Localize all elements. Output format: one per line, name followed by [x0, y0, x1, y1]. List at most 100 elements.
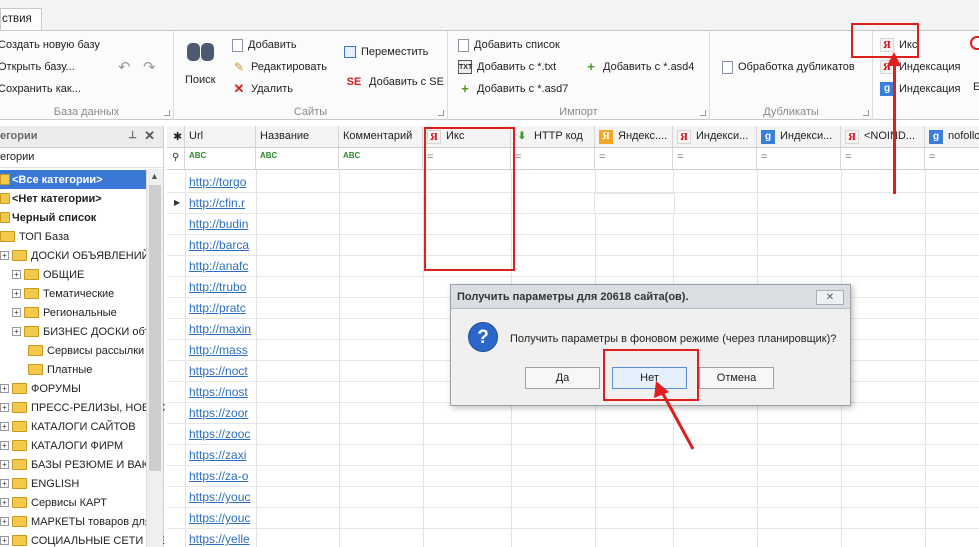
- expand-icon[interactable]: +: [0, 422, 9, 431]
- column-filter-cell[interactable]: =: [511, 148, 595, 170]
- category-item[interactable]: + Тематические: [12, 284, 114, 303]
- url-link[interactable]: https://zoor: [185, 403, 256, 424]
- scroll-up-icon[interactable]: ▲: [150, 171, 159, 181]
- close-icon[interactable]: ✕: [144, 128, 155, 144]
- table-row[interactable]: http://budin: [167, 214, 979, 235]
- column-header[interactable]: ⬇ HTTP код: [511, 126, 595, 148]
- column-header[interactable]: Я Яндекс....: [595, 126, 673, 148]
- url-link[interactable]: http://torgo: [185, 172, 256, 193]
- delete-site-button[interactable]: ✕ Удалить: [232, 80, 293, 98]
- url-link[interactable]: https://za-o: [185, 466, 256, 487]
- category-item[interactable]: + КАТАЛОГИ САЙТОВ: [0, 417, 136, 436]
- table-row[interactable]: https://youc: [167, 508, 979, 529]
- category-item[interactable]: ТОП База: [0, 227, 69, 246]
- category-item[interactable]: + ОБЩИЕ: [12, 265, 84, 284]
- tab-actions[interactable]: ствия: [0, 8, 42, 31]
- expand-icon[interactable]: +: [12, 270, 21, 279]
- url-link[interactable]: http://maxin: [185, 319, 256, 340]
- expand-icon[interactable]: +: [12, 308, 21, 317]
- column-header[interactable]: g Индекси...: [757, 126, 841, 148]
- column-filter-cell[interactable]: =: [757, 148, 841, 170]
- column-header[interactable]: g nofollo: [925, 126, 979, 148]
- pin-icon[interactable]: ⊥: [128, 130, 137, 141]
- column-filter-cell[interactable]: ABC: [185, 148, 256, 170]
- expand-icon[interactable]: +: [0, 384, 9, 393]
- group-launcher-icon[interactable]: [438, 110, 444, 116]
- category-filter-field[interactable]: егории: [0, 148, 163, 168]
- category-item[interactable]: + КАТАЛОГИ ФИРМ: [0, 436, 123, 455]
- url-link[interactable]: https://nost: [185, 382, 256, 403]
- column-filter-cell[interactable]: =: [925, 148, 979, 170]
- table-row[interactable]: http://torgo: [167, 172, 979, 193]
- table-row[interactable]: http://anafc: [167, 256, 979, 277]
- table-row[interactable]: https://zoor: [167, 403, 979, 424]
- url-link[interactable]: https://youc: [185, 508, 256, 529]
- open-db-button[interactable]: Открыть базу...: [0, 58, 75, 76]
- binoculars-icon[interactable]: [186, 39, 216, 63]
- column-filter-cell[interactable]: ABC: [339, 148, 423, 170]
- expand-icon[interactable]: +: [0, 479, 9, 488]
- column-header[interactable]: Я <NOIND...: [841, 126, 925, 148]
- column-filter-cell[interactable]: =: [595, 148, 673, 170]
- dialog-close-button[interactable]: ✕: [816, 290, 844, 305]
- sidebar-scrollbar[interactable]: ▲: [146, 169, 163, 547]
- category-item[interactable]: + ENGLISH: [0, 474, 79, 493]
- category-item[interactable]: Сервисы рассылки: [28, 341, 144, 360]
- expand-icon[interactable]: +: [0, 498, 9, 507]
- url-link[interactable]: https://yelle: [185, 529, 256, 547]
- table-row[interactable]: http://barca: [167, 235, 979, 256]
- group-launcher-icon[interactable]: [700, 110, 706, 116]
- column-filter-cell[interactable]: =: [673, 148, 757, 170]
- category-item[interactable]: + Региональные: [12, 303, 117, 322]
- redo-icon[interactable]: ↷: [143, 58, 156, 76]
- add-from-se-button[interactable]: SE Добавить с SE: [344, 73, 444, 91]
- category-item[interactable]: + ФОРУМЫ: [0, 379, 81, 398]
- cancel-button[interactable]: Отмена: [699, 367, 774, 389]
- undo-icon[interactable]: ↶: [118, 58, 131, 76]
- table-row[interactable]: https://zaxi: [167, 445, 979, 466]
- create-db-button[interactable]: Создать новую базу: [0, 36, 100, 54]
- category-item[interactable]: + ПРЕСС-РЕЛИЗЫ, НОВОС: [0, 398, 165, 417]
- add-from-txt-button[interactable]: TXT Добавить с *.txt: [458, 58, 556, 76]
- table-row[interactable]: https://yelle: [167, 529, 979, 547]
- url-link[interactable]: http://barca: [185, 235, 256, 256]
- category-item[interactable]: Платные: [28, 360, 92, 379]
- move-site-button[interactable]: Переместить: [344, 43, 428, 61]
- expand-icon[interactable]: +: [12, 327, 21, 336]
- edit-site-button[interactable]: ✎ Редактировать: [232, 58, 327, 76]
- column-header[interactable]: Комментарий: [339, 126, 423, 148]
- category-item[interactable]: + БИЗНЕС ДОСКИ объ: [12, 322, 151, 341]
- url-link[interactable]: http://cfin.r: [185, 193, 256, 214]
- save-as-button[interactable]: Сохранить как...: [0, 80, 81, 98]
- category-item[interactable]: + СОЦИАЛЬНЫЕ СЕТИ И Е: [0, 531, 165, 547]
- table-row[interactable]: https://zooc: [167, 424, 979, 445]
- expand-icon[interactable]: +: [0, 403, 9, 412]
- expand-icon[interactable]: +: [0, 517, 9, 526]
- column-filter-cell[interactable]: =: [841, 148, 925, 170]
- category-item[interactable]: + Сервисы КАРТ: [0, 493, 107, 512]
- url-link[interactable]: http://trubo: [185, 277, 256, 298]
- expand-icon[interactable]: +: [0, 536, 9, 545]
- add-list-button[interactable]: Добавить список: [458, 36, 560, 54]
- url-link[interactable]: https://zaxi: [185, 445, 256, 466]
- url-link[interactable]: http://budin: [185, 214, 256, 235]
- url-link[interactable]: http://mass: [185, 340, 256, 361]
- category-item[interactable]: + МАРКЕТЫ товаров для: [0, 512, 151, 531]
- add-from-asd7-button[interactable]: + Добавить с *.asd7: [458, 80, 568, 98]
- url-link[interactable]: https://noct: [185, 361, 256, 382]
- group-launcher-icon[interactable]: [863, 110, 869, 116]
- url-link[interactable]: http://anafc: [185, 256, 256, 277]
- column-header[interactable]: Название: [256, 126, 339, 148]
- process-duplicates-button[interactable]: Обработка дубликатов: [722, 58, 855, 76]
- group-launcher-icon[interactable]: [164, 110, 170, 116]
- expand-icon[interactable]: +: [0, 441, 9, 450]
- category-item[interactable]: + ДОСКИ ОБЪЯВЛЕНИЙ: [0, 246, 150, 265]
- expand-icon[interactable]: +: [12, 289, 21, 298]
- table-row[interactable]: https://za-o: [167, 466, 979, 487]
- yes-button[interactable]: Да: [525, 367, 600, 389]
- category-item[interactable]: Черный список: [0, 208, 96, 227]
- category-item[interactable]: + БАЗЫ РЕЗЮМЕ И ВАКАН: [0, 455, 163, 474]
- scroll-thumb[interactable]: [149, 185, 161, 471]
- expand-icon[interactable]: +: [0, 460, 9, 469]
- url-link[interactable]: https://youc: [185, 487, 256, 508]
